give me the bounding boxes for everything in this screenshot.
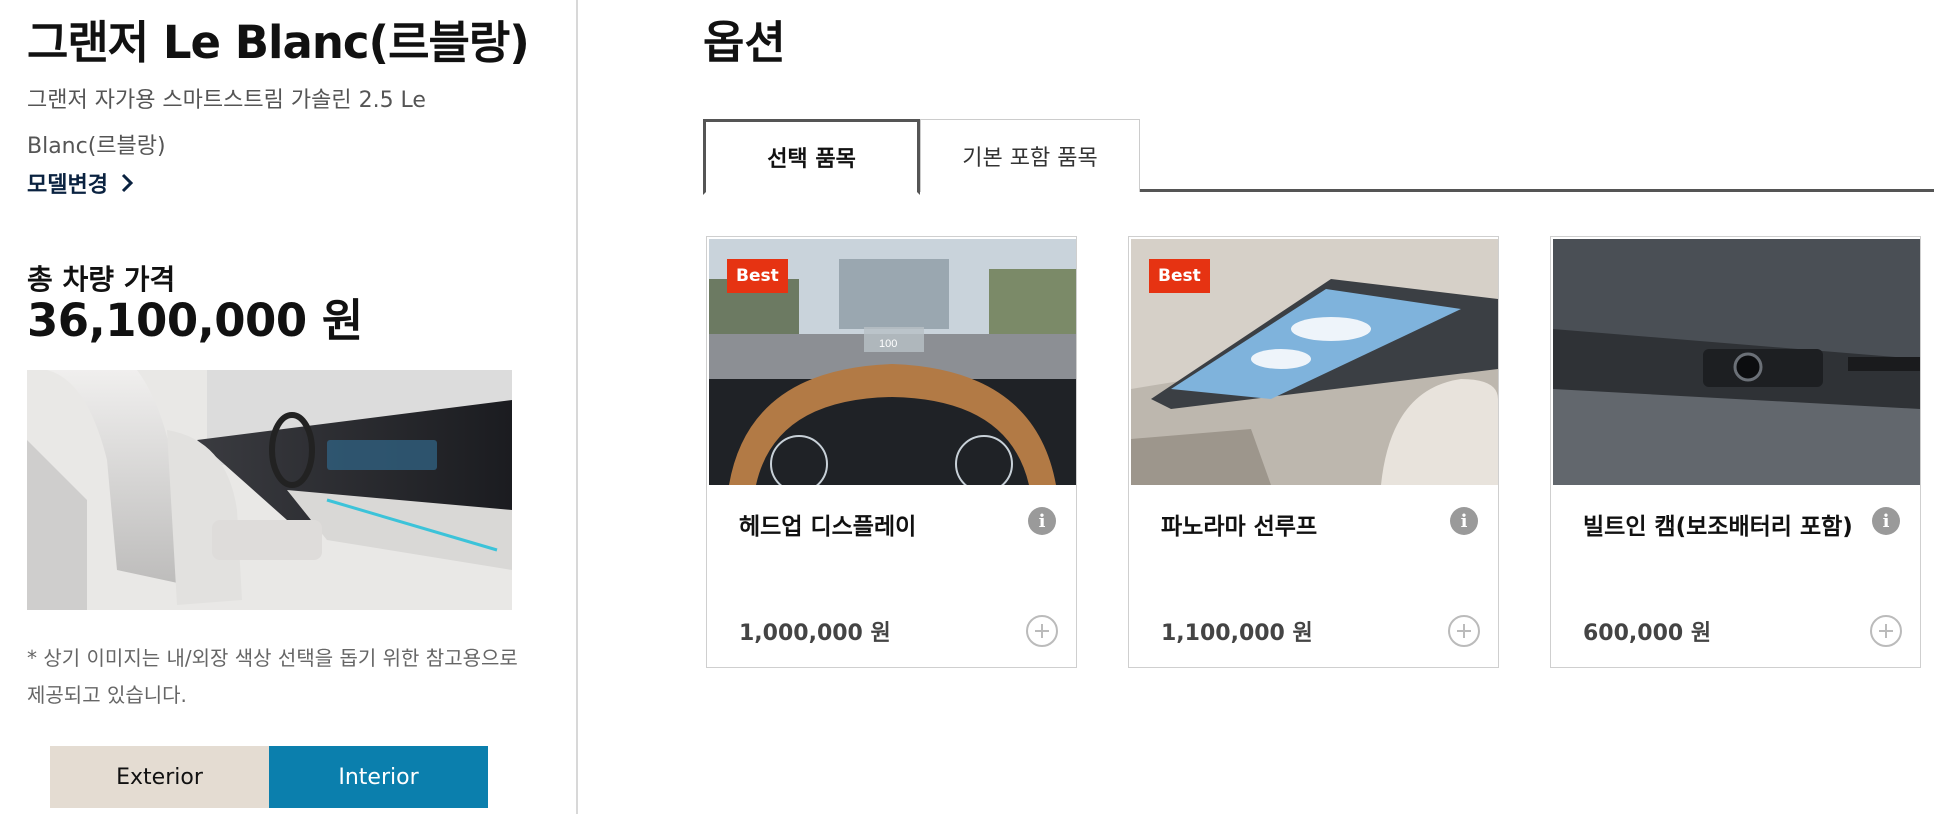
image-disclaimer: * 상기 이미지는 내/외장 색상 선택을 돕기 위한 참고용으로 제공되고 있… — [27, 646, 518, 707]
add-option-button[interactable] — [1870, 615, 1902, 647]
exterior-view-button[interactable]: Exterior — [50, 746, 269, 808]
info-icon[interactable]: i — [1450, 507, 1478, 535]
options-tabs: 선택 품목 기본 포함 품목 — [703, 119, 1934, 195]
model-change-label: 모델변경 — [27, 173, 108, 198]
chevron-right-icon — [121, 173, 134, 193]
summary-sidebar: 그랜저 Le Blanc(르블랑) 그랜저 자가용 스마트스트림 가솔린 2.5… — [0, 0, 578, 814]
plus-icon — [1457, 624, 1471, 638]
option-name: 빌트인 캠(보조배터리 포함) — [1583, 514, 1853, 540]
svg-text:100: 100 — [879, 338, 897, 350]
info-icon[interactable]: i — [1028, 507, 1056, 535]
option-price: 600,000 원 — [1583, 621, 1712, 646]
option-name: 헤드업 디스플레이 — [739, 514, 917, 540]
option-image-sunroof: Best — [1131, 239, 1498, 485]
best-badge: Best — [727, 259, 788, 293]
total-price-value: 36,100,000 원 — [27, 294, 363, 347]
info-icon[interactable]: i — [1872, 507, 1900, 535]
option-price: 1,100,000 원 — [1161, 621, 1313, 646]
option-image-builtin-cam — [1553, 239, 1920, 485]
add-option-button[interactable] — [1026, 615, 1058, 647]
option-card-builtin-cam[interactable]: 빌트인 캠(보조배터리 포함) i 600,000 원 — [1550, 236, 1921, 668]
plus-icon — [1879, 624, 1893, 638]
option-card-hud[interactable]: 100 Best 헤드업 디스플레이 i 1,000,000 원 — [706, 236, 1077, 668]
view-toggle: Exterior Interior — [50, 746, 488, 808]
option-name: 파노라마 선루프 — [1161, 514, 1318, 540]
options-title: 옵션 — [703, 16, 786, 69]
option-price: 1,000,000 원 — [739, 621, 891, 646]
option-image-hud: 100 Best — [709, 239, 1076, 485]
model-change-link[interactable]: 모델변경 — [27, 167, 136, 199]
plus-icon — [1035, 624, 1049, 638]
car-interior-image — [27, 370, 512, 610]
best-badge: Best — [1149, 259, 1210, 293]
option-card-sunroof[interactable]: Best 파노라마 선루프 i 1,100,000 원 — [1128, 236, 1499, 668]
interior-view-button[interactable]: Interior — [269, 746, 488, 808]
tab-default-options[interactable]: 기본 포함 품목 — [920, 119, 1140, 192]
tab-selected-options[interactable]: 선택 품목 — [703, 119, 920, 195]
add-option-button[interactable] — [1448, 615, 1480, 647]
model-subtitle: 그랜저 자가용 스마트스트림 가솔린 2.5 Le Blanc(르블랑) — [27, 88, 426, 159]
model-title: 그랜저 Le Blanc(르블랑) — [27, 16, 530, 69]
